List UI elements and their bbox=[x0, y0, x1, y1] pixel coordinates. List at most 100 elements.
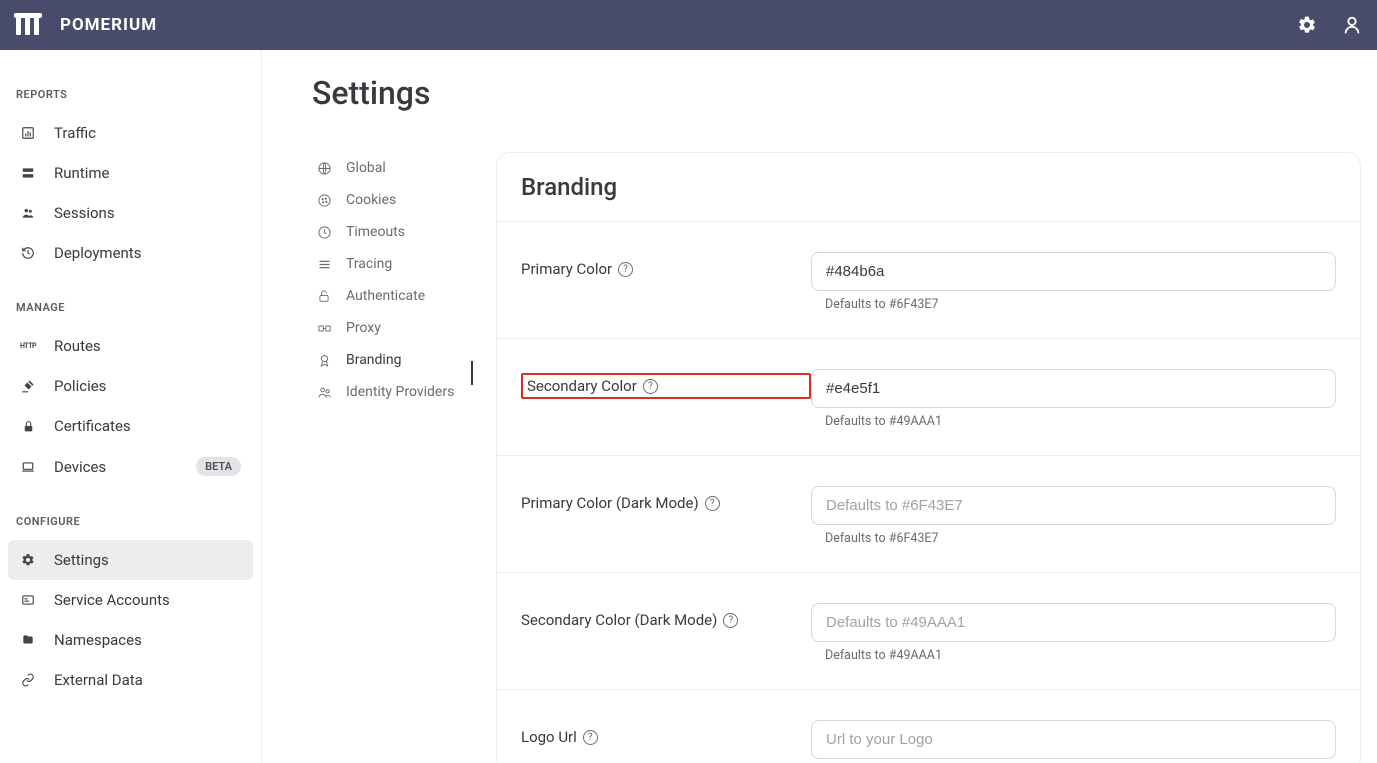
help-icon[interactable]: ? bbox=[583, 730, 598, 745]
sidebar-item-label: Namespaces bbox=[54, 631, 241, 649]
help-icon[interactable]: ? bbox=[643, 379, 658, 394]
logo-icon bbox=[14, 13, 50, 37]
form-label-text: Primary Color (Dark Mode) bbox=[521, 494, 699, 512]
input-primary-color[interactable] bbox=[811, 252, 1336, 291]
form-label: Logo Url? bbox=[521, 720, 811, 746]
settings-subnav: Global Cookies Timeouts Tracing Authenticate… bbox=[312, 152, 472, 408]
form-label: Primary Color? bbox=[521, 252, 811, 278]
chart-icon bbox=[20, 126, 36, 140]
beta-badge: BETA bbox=[196, 457, 241, 476]
sidebar-item-traffic[interactable]: Traffic bbox=[8, 113, 253, 153]
brand[interactable]: POMERIUM bbox=[14, 13, 157, 37]
form-row-primary-color-dark-mode-: Primary Color (Dark Mode)?Defaults to #6… bbox=[497, 456, 1360, 573]
main-content: Settings Global Cookies Timeouts Tracing Aut… bbox=[262, 50, 1377, 763]
subnav-item-label: Branding bbox=[346, 352, 401, 368]
list-icon bbox=[316, 257, 332, 272]
input-primary-color-dark-mode-[interactable] bbox=[811, 486, 1336, 525]
input-secondary-color-dark-mode-[interactable] bbox=[811, 603, 1336, 642]
form-label-text: Secondary Color bbox=[527, 377, 637, 395]
laptop-icon bbox=[20, 460, 36, 474]
folder-icon bbox=[20, 633, 36, 647]
lock-open-icon bbox=[316, 289, 332, 303]
ribbon-icon bbox=[316, 353, 332, 368]
subnav-item-label: Timeouts bbox=[346, 224, 405, 240]
sidebar-item-label: Runtime bbox=[54, 164, 241, 182]
help-icon[interactable]: ? bbox=[723, 613, 738, 628]
subnav-item-label: Global bbox=[346, 160, 386, 176]
sidebar-item-label: External Data bbox=[54, 671, 241, 689]
subnav-item-label: Authenticate bbox=[346, 288, 425, 304]
sidebar-item-sessions[interactable]: Sessions bbox=[8, 193, 253, 233]
branding-panel: Branding Primary Color?Defaults to #6F43… bbox=[496, 152, 1361, 763]
http-icon: HTTP bbox=[20, 342, 36, 350]
form-row-primary-color: Primary Color?Defaults to #6F43E7 bbox=[497, 222, 1360, 339]
form-row-logo-url: Logo Url? bbox=[497, 690, 1360, 763]
subnav-item-identity-providers[interactable]: Identity Providers bbox=[312, 376, 472, 408]
sidebar-item-label: Traffic bbox=[54, 124, 241, 142]
subnav-item-authenticate[interactable]: Authenticate bbox=[312, 280, 472, 312]
form-row-secondary-color-dark-mode-: Secondary Color (Dark Mode)?Defaults to … bbox=[497, 573, 1360, 690]
gear-icon[interactable] bbox=[1297, 15, 1317, 35]
subnav-item-timeouts[interactable]: Timeouts bbox=[312, 216, 472, 248]
input-logo-url[interactable] bbox=[811, 720, 1336, 759]
panel-title: Branding bbox=[521, 173, 1336, 201]
sidebar-item-runtime[interactable]: Runtime bbox=[8, 153, 253, 193]
form-helper-text: Defaults to #49AAA1 bbox=[811, 408, 1336, 443]
subnav-item-label: Tracing bbox=[346, 256, 392, 272]
subnav-active-indicator bbox=[471, 361, 473, 385]
sidebar-item-settings[interactable]: Settings bbox=[8, 540, 253, 580]
help-icon[interactable]: ? bbox=[705, 496, 720, 511]
clock-icon bbox=[316, 225, 332, 240]
sidebar-item-routes[interactable]: HTTP Routes bbox=[8, 326, 253, 366]
server-icon bbox=[20, 166, 36, 180]
sidebar-item-certificates[interactable]: Certificates bbox=[8, 406, 253, 446]
form-label-text: Logo Url bbox=[521, 728, 577, 746]
sidebar-item-label: Routes bbox=[54, 337, 241, 355]
page-title: Settings bbox=[312, 74, 1361, 112]
subnav-item-branding[interactable]: Branding bbox=[312, 344, 472, 376]
proxy-icon bbox=[316, 321, 332, 336]
sidebar-item-service-accounts[interactable]: Service Accounts bbox=[8, 580, 253, 620]
subnav-item-cookies[interactable]: Cookies bbox=[312, 184, 472, 216]
form-label-text: Primary Color bbox=[521, 260, 612, 278]
sidebar-item-label: Policies bbox=[54, 377, 241, 395]
form-label: Secondary Color (Dark Mode)? bbox=[521, 603, 811, 629]
sidebar-section-title: MANAGE bbox=[8, 273, 253, 326]
subnav-item-global[interactable]: Global bbox=[312, 152, 472, 184]
sidebar-item-namespaces[interactable]: Namespaces bbox=[8, 620, 253, 660]
sidebar-item-label: Sessions bbox=[54, 204, 241, 222]
history-icon bbox=[20, 246, 36, 260]
sidebar-item-policies[interactable]: Policies bbox=[8, 366, 253, 406]
form-label-text: Secondary Color (Dark Mode) bbox=[521, 611, 717, 629]
topbar: POMERIUM bbox=[0, 0, 1377, 50]
form-helper-text: Defaults to #6F43E7 bbox=[811, 291, 1336, 326]
subnav-item-label: Proxy bbox=[346, 320, 381, 336]
gear-icon bbox=[20, 553, 36, 567]
cookie-icon bbox=[316, 193, 332, 208]
sidebar-item-external-data[interactable]: External Data bbox=[8, 660, 253, 700]
sidebar-item-label: Service Accounts bbox=[54, 591, 241, 609]
sidebar-item-label: Settings bbox=[54, 551, 241, 569]
subnav-item-proxy[interactable]: Proxy bbox=[312, 312, 472, 344]
form-helper-text: Defaults to #49AAA1 bbox=[811, 642, 1336, 677]
id-icon bbox=[20, 593, 36, 607]
gavel-icon bbox=[20, 379, 36, 393]
link-icon bbox=[20, 673, 36, 687]
lock-icon bbox=[20, 420, 36, 433]
sidebar-item-label: Devices bbox=[54, 458, 178, 476]
users-icon bbox=[20, 206, 36, 220]
input-secondary-color[interactable] bbox=[811, 369, 1336, 408]
sidebar: REPORTS Traffic Runtime Sessions Deployments… bbox=[0, 50, 262, 763]
subnav-item-tracing[interactable]: Tracing bbox=[312, 248, 472, 280]
form-label: Secondary Color? bbox=[521, 373, 811, 399]
help-icon[interactable]: ? bbox=[618, 262, 633, 277]
sidebar-item-deployments[interactable]: Deployments bbox=[8, 233, 253, 273]
subnav-item-label: Identity Providers bbox=[346, 384, 454, 400]
globe-icon bbox=[316, 161, 332, 176]
user-icon[interactable] bbox=[1341, 14, 1363, 36]
form-helper-text: Defaults to #6F43E7 bbox=[811, 525, 1336, 560]
sidebar-section-title: REPORTS bbox=[8, 58, 253, 113]
form-label: Primary Color (Dark Mode)? bbox=[521, 486, 811, 512]
form-row-secondary-color: Secondary Color?Defaults to #49AAA1 bbox=[497, 339, 1360, 456]
sidebar-item-devices[interactable]: Devices BETA bbox=[8, 446, 253, 487]
